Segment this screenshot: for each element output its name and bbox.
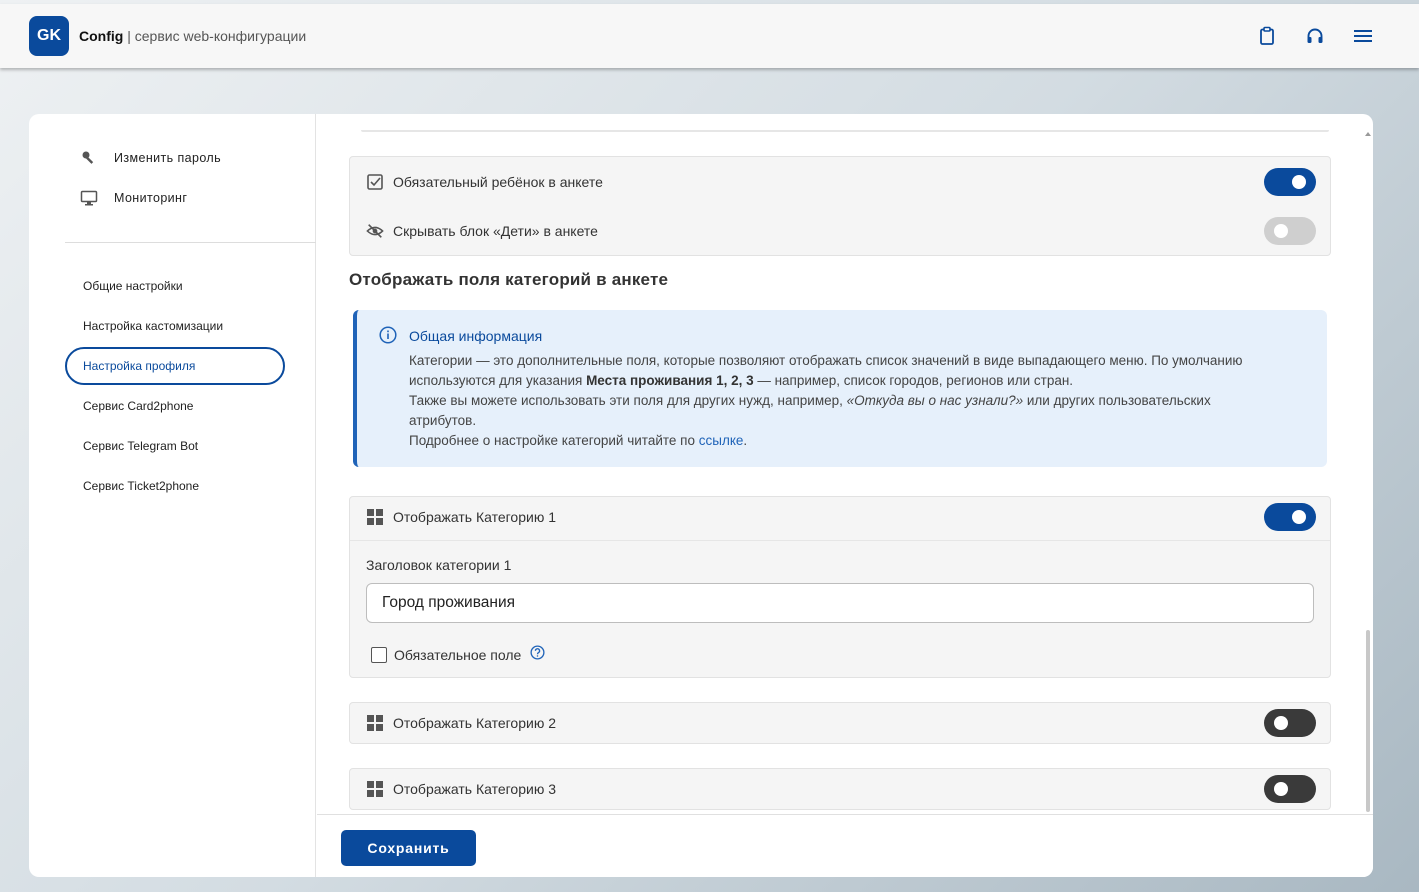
category-3-toggle[interactable] bbox=[1264, 775, 1316, 803]
required-child-toggle[interactable] bbox=[1264, 168, 1316, 196]
category-1-label: Отображать Категорию 1 bbox=[393, 508, 557, 525]
info-text: Подробнее о настройке категорий читайте … bbox=[409, 433, 699, 448]
category-2-toggle[interactable] bbox=[1264, 709, 1316, 737]
clipboard-icon[interactable] bbox=[1256, 25, 1278, 47]
category-1-header: Отображать Категорию 1 bbox=[350, 493, 1330, 541]
category-3-label: Отображать Категорию 3 bbox=[393, 781, 557, 797]
toggle-knob bbox=[1292, 509, 1306, 524]
category-1-toggle[interactable] bbox=[1264, 502, 1316, 531]
children-settings-panel: Обязательный ребёнок в анкете Скрывать б… bbox=[349, 156, 1331, 256]
monitor-icon bbox=[79, 188, 99, 208]
sidebar-divider bbox=[65, 242, 316, 243]
toggle-knob bbox=[1274, 716, 1288, 730]
grid-icon bbox=[366, 508, 384, 526]
app-brand: Config | сервис web-конфигурации bbox=[79, 28, 306, 44]
sidebar-item-profile-settings[interactable]: Настройка профиля bbox=[65, 347, 285, 385]
scroll-up-arrow[interactable] bbox=[1365, 132, 1371, 136]
save-button[interactable]: Сохранить bbox=[341, 830, 476, 866]
info-text: — например, список городов, регионов или… bbox=[753, 373, 1074, 388]
toggle-knob bbox=[1292, 175, 1306, 189]
menu-icon[interactable] bbox=[1352, 25, 1374, 47]
info-line-4: атрибутов. bbox=[409, 413, 477, 428]
footer-bar: Сохранить bbox=[317, 814, 1373, 877]
brand-subtitle: сервис web-конфигурации bbox=[134, 28, 307, 44]
required-field-row: Обязательное поле bbox=[371, 645, 545, 665]
category-1-panel: Отображать Категорию 1 Заголовок категор… bbox=[349, 496, 1331, 678]
info-bold-text: Места проживания 1, 2, 3 bbox=[586, 373, 754, 388]
content-scrollbar[interactable] bbox=[1366, 630, 1370, 812]
sidebar-item-telegram-bot[interactable]: Сервис Telegram Bot bbox=[65, 427, 285, 465]
help-icon[interactable] bbox=[530, 645, 545, 665]
category-1-title-input[interactable] bbox=[366, 583, 1314, 623]
info-body: Категории — это дополнительные поля, кот… bbox=[409, 351, 1319, 451]
sidebar-item-change-password[interactable]: Изменить пароль bbox=[79, 148, 221, 168]
required-field-label: Обязательное поле bbox=[394, 647, 522, 663]
info-line-3: Также вы можете использовать эти поля дл… bbox=[409, 391, 1319, 411]
sidebar-item-customization[interactable]: Настройка кастомизации bbox=[65, 307, 285, 345]
top-header: GK Config | сервис web-конфигурации bbox=[0, 4, 1419, 68]
sidebar-item-monitoring[interactable]: Мониторинг bbox=[79, 188, 187, 208]
hide-children-toggle[interactable] bbox=[1264, 217, 1316, 245]
info-line-5: Подробнее о настройке категорий читайте … bbox=[409, 431, 1319, 451]
brand-separator: | bbox=[123, 28, 135, 44]
brand-name: Config bbox=[79, 28, 124, 44]
grid-icon bbox=[366, 780, 384, 798]
toggle-knob bbox=[1274, 224, 1288, 238]
info-italic-text: «Откуда вы о нас узнали?» bbox=[846, 393, 1024, 408]
main-card: Изменить пароль Мониторинг Общие настрой… bbox=[29, 114, 1373, 877]
required-child-row: Обязательный ребёнок в анкете bbox=[350, 158, 1330, 206]
info-text: . bbox=[743, 433, 748, 448]
info-line-2: используются для указания Места проживан… bbox=[409, 371, 1319, 391]
required-field-checkbox[interactable] bbox=[371, 647, 387, 663]
settings-content: Обязательный ребёнок в анкете Скрывать б… bbox=[317, 114, 1373, 814]
category-2-label: Отображать Категорию 2 bbox=[393, 715, 557, 731]
sidebar-item-label: Изменить пароль bbox=[114, 151, 222, 165]
hide-children-label: Скрывать блок «Дети» в анкете bbox=[393, 223, 598, 239]
previous-panel-edge bbox=[361, 130, 1329, 132]
headset-icon[interactable] bbox=[1304, 25, 1326, 47]
sidebar: Изменить пароль Мониторинг Общие настрой… bbox=[29, 114, 316, 877]
hide-children-row: Скрывать блок «Дети» в анкете bbox=[350, 207, 1330, 255]
category-2-panel: Отображать Категорию 2 bbox=[349, 702, 1331, 744]
grid-icon bbox=[366, 714, 384, 732]
required-child-label: Обязательный ребёнок в анкете bbox=[393, 174, 603, 190]
info-text: или других пользовательских bbox=[1023, 393, 1211, 408]
app-logo[interactable]: GK bbox=[29, 16, 69, 56]
info-text: Также вы можете использовать эти поля дл… bbox=[409, 393, 847, 408]
info-link[interactable]: ссылке bbox=[699, 433, 744, 448]
category-3-panel: Отображать Категорию 3 bbox=[349, 768, 1331, 810]
sidebar-item-card2phone[interactable]: Сервис Card2phone bbox=[65, 387, 285, 425]
sidebar-item-ticket2phone[interactable]: Сервис Ticket2phone bbox=[65, 467, 285, 505]
category-1-title-label: Заголовок категории 1 bbox=[366, 557, 512, 573]
checkbox-checked-icon bbox=[366, 173, 384, 191]
eye-off-icon bbox=[366, 222, 384, 240]
categories-section-title: Отображать поля категорий в анкете bbox=[349, 270, 669, 289]
info-icon bbox=[379, 326, 397, 349]
info-line-1: Категории — это дополнительные поля, кот… bbox=[409, 353, 1243, 368]
category-2-header: Отображать Категорию 2 bbox=[350, 699, 1330, 747]
category-3-header: Отображать Категорию 3 bbox=[350, 765, 1330, 813]
sidebar-item-label: Мониторинг bbox=[114, 191, 188, 205]
sidebar-item-general-settings[interactable]: Общие настройки bbox=[65, 267, 285, 305]
info-text: используются для указания bbox=[409, 373, 587, 388]
info-heading: Общая информация bbox=[409, 328, 543, 344]
toggle-knob bbox=[1274, 782, 1288, 796]
general-info-box: Общая информация Категории — это дополни… bbox=[353, 310, 1327, 467]
key-icon bbox=[79, 148, 99, 168]
